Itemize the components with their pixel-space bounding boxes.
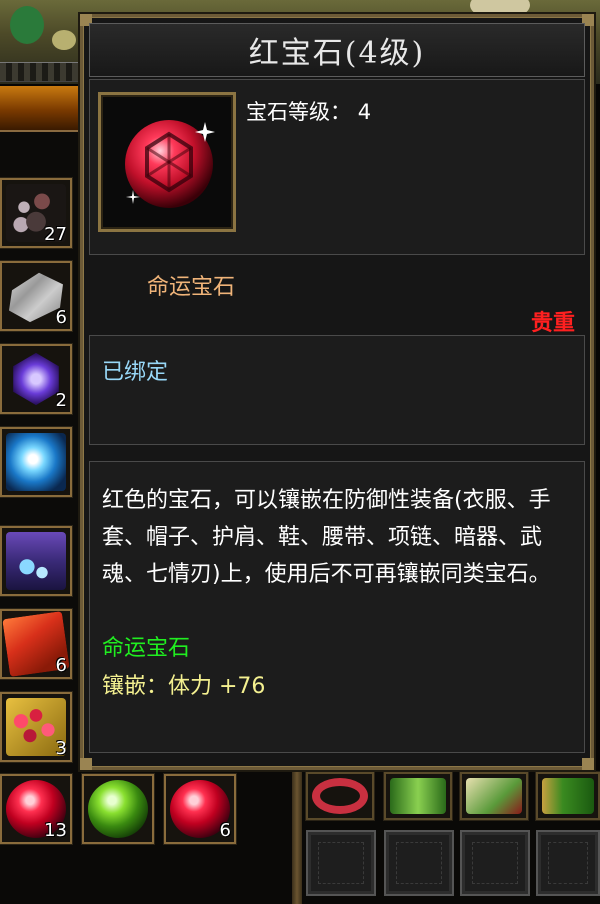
equipment-slot[interactable] (383, 771, 453, 821)
gem-level-label: 宝石等级： (246, 100, 351, 124)
inventory-slot[interactable]: 6 (0, 260, 73, 332)
inventory-slot[interactable]: 13 (0, 773, 73, 845)
item-quantity: 27 (44, 224, 67, 245)
tooltip-corner (80, 758, 92, 770)
bind-section: 已绑定 (89, 335, 585, 445)
item-quantity: 6 (55, 655, 67, 676)
inventory-slot[interactable] (81, 773, 155, 845)
jade-pendant-icon (466, 778, 522, 814)
inventory-slot[interactable]: 27 (0, 177, 73, 249)
description-section: 红色的宝石，可以镶嵌在防御性装备(衣服、手套、帽子、护肩、鞋、腰带、项链、暗器、… (89, 461, 585, 753)
red-ring-icon (312, 778, 368, 814)
empty-slot[interactable] (306, 830, 376, 896)
item-quantity: 2 (55, 390, 67, 411)
bind-status: 已绑定 (102, 360, 169, 385)
inventory-slot[interactable] (0, 525, 73, 597)
gem-level-value: 4 (357, 100, 372, 124)
rarity-label: 贵重 (530, 311, 575, 336)
item-quantity: 13 (44, 820, 67, 841)
inventory-slot[interactable] (0, 426, 73, 498)
item-quantity: 6 (219, 820, 231, 841)
tooltip-corner (582, 758, 594, 770)
scene-object (52, 30, 76, 50)
empty-slot[interactable] (384, 830, 454, 896)
item-quantity: 3 (55, 738, 67, 759)
gem-category: 命运宝石 (147, 275, 236, 300)
red-gem-icon (125, 120, 215, 208)
empty-slot[interactable] (460, 830, 530, 896)
panel-header-bar (0, 86, 80, 132)
blue-crystal-icon (6, 433, 66, 491)
equipment-slot[interactable] (305, 771, 375, 821)
panel-divider (292, 770, 302, 904)
equipment-slot[interactable] (535, 771, 600, 821)
item-description: 红色的宝石，可以镶嵌在防御性装备(衣服、手套、帽子、护肩、鞋、腰带、项链、暗器、… (102, 488, 551, 587)
scene-tree (10, 6, 44, 44)
equipment-slot[interactable] (459, 771, 529, 821)
inventory-slot[interactable]: 3 (0, 691, 73, 763)
jewel-box-icon (6, 532, 66, 590)
item-icon-frame (98, 92, 236, 232)
item-category-section: 命运宝石 贵重 (89, 255, 585, 336)
item-tooltip: 红宝石(4级) 宝石等级： 4 命运宝石 贵重 已绑定 红色的宝石，可以镶嵌在防… (78, 12, 596, 772)
empty-slot[interactable] (536, 830, 600, 896)
item-header-section: 宝石等级： 4 (89, 79, 585, 255)
green-scroll-icon (542, 778, 594, 814)
gem-level-row: 宝石等级： 4 (246, 96, 371, 126)
inventory-slot[interactable]: 6 (163, 773, 237, 845)
green-gem-icon (88, 780, 148, 838)
inventory-slot[interactable]: 6 (0, 608, 73, 680)
effect-name: 命运宝石 (102, 636, 191, 661)
frame-frieze (0, 62, 82, 82)
tooltip-title-bar: 红宝石(4级) (89, 23, 585, 77)
green-bracer-icon (390, 778, 446, 814)
inventory-slot[interactable]: 2 (0, 343, 73, 415)
item-quantity: 6 (55, 307, 67, 328)
effect-stat: 镶嵌：体力 +76 (102, 674, 266, 699)
item-title: 红宝石(4级) (248, 36, 426, 71)
